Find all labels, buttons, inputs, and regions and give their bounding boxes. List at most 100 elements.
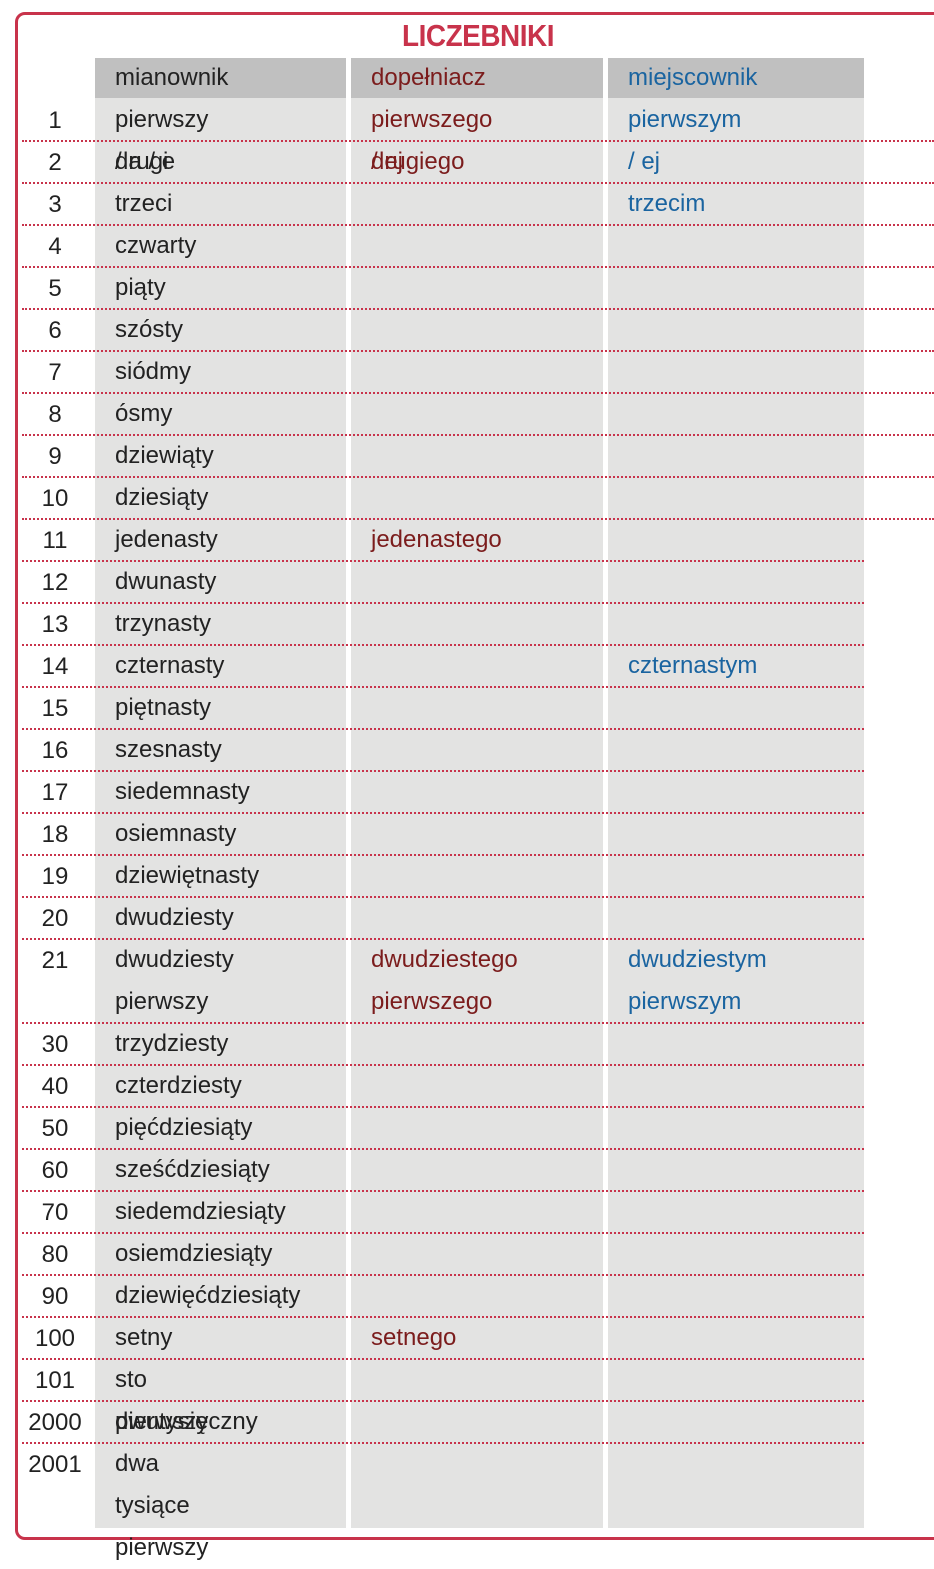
number: 16 xyxy=(41,737,69,764)
nominative-form: pierwszy xyxy=(115,1534,209,1561)
cell-locative: trzecim xyxy=(628,183,705,225)
cell-nominative: drugi xyxy=(115,141,168,183)
nominative-form: dwudziesty xyxy=(115,904,234,931)
number: 20 xyxy=(41,905,69,932)
nominative-form: trzeci xyxy=(115,190,173,217)
number: 2000 xyxy=(28,1409,82,1436)
nominative-form: piętnasty xyxy=(115,694,212,721)
page-title: LICZEBNIKI xyxy=(401,18,555,53)
number: 10 xyxy=(41,485,69,512)
cell-locative: czternastym xyxy=(628,645,757,687)
number: 1 xyxy=(48,107,62,134)
cell-nominative: ósmy xyxy=(115,393,172,435)
number: 8 xyxy=(48,401,62,428)
cell-nominative: trzynasty xyxy=(115,603,211,645)
nominative-form: sześćdziesiąty xyxy=(115,1156,270,1183)
nominative-form: trzydziesty xyxy=(115,1030,229,1057)
number: 21 xyxy=(41,947,69,974)
cell-nominative: siedemnasty xyxy=(115,771,250,813)
cell-nominative: dziewiąty xyxy=(115,435,214,477)
header-genitive: dopełniacz xyxy=(351,58,603,98)
genitive-form: jedenastego xyxy=(371,526,502,553)
number: 15 xyxy=(41,695,69,722)
cell-nominative: dwutysięczny xyxy=(115,1401,258,1443)
number: 5 xyxy=(48,275,62,302)
number: 2 xyxy=(48,149,62,176)
locative-form: trzecim xyxy=(628,190,706,217)
cell-nominative: szósty xyxy=(115,309,183,351)
nominative-form: dziewiętnasty xyxy=(115,862,260,889)
cell-nominative: jedenasty xyxy=(115,519,218,561)
cell-nominative: siedemdziesiąty xyxy=(115,1191,286,1233)
cell-nominative: trzydziesty xyxy=(115,1023,228,1065)
number: 19 xyxy=(41,863,69,890)
nominative-form: piąty xyxy=(115,274,166,301)
nominative-form: czwarty xyxy=(115,232,197,259)
number: 11 xyxy=(42,527,68,554)
nominative-form: szósty xyxy=(115,316,184,343)
cell-genitive: setnego xyxy=(371,1317,456,1359)
cell-locative: dwudziestym pierwszym xyxy=(628,939,767,1023)
cell-nominative: dwudziesty xyxy=(115,897,234,939)
cell-nominative: setny xyxy=(115,1317,172,1359)
nominative-form: drugi xyxy=(115,148,169,175)
number: 3 xyxy=(48,191,62,218)
cell-genitive: jedenastego xyxy=(371,519,502,561)
cell-nominative: sześćdziesiąty xyxy=(115,1149,270,1191)
nominative-form: pięćdziesiąty xyxy=(115,1114,253,1141)
cell-nominative: osiemnasty xyxy=(115,813,236,855)
nominative-form: ósmy xyxy=(115,400,173,427)
number: 18 xyxy=(41,821,69,848)
genitive-form: drugiego xyxy=(371,148,465,175)
nominative-form: siedemnasty xyxy=(115,778,250,805)
cell-nominative: trzeci xyxy=(115,183,172,225)
number: 9 xyxy=(48,443,62,470)
cell-nominative: osiemdziesiąty xyxy=(115,1233,272,1275)
cell-nominative: dziesiąty xyxy=(115,477,208,519)
genitive-form: pierwszego xyxy=(371,988,493,1015)
number: 14 xyxy=(41,653,69,680)
nominative-form: siódmy xyxy=(115,358,192,385)
cell-nominative: dwa tysiące pierwszy xyxy=(115,1443,208,1569)
genitive-form: setnego xyxy=(371,1324,457,1351)
cell-nominative: siódmy xyxy=(115,351,191,393)
nominative-form: siedemdziesiąty xyxy=(115,1198,286,1225)
number: 7 xyxy=(48,359,62,386)
cell-nominative: dwudziesty pierwszy xyxy=(115,939,234,1023)
nominative-form: dwudziesty xyxy=(115,946,234,973)
number: 13 xyxy=(41,611,69,638)
number: 4 xyxy=(48,233,62,260)
number: 100 xyxy=(34,1325,76,1352)
nominative-form: dziesiąty xyxy=(115,484,209,511)
cell-nominative: dziewiętnasty xyxy=(115,855,259,897)
nominative-form: jedenasty xyxy=(115,526,218,553)
nominative-form: setny xyxy=(115,1324,173,1351)
nominative-form: dziewiąty xyxy=(115,442,214,469)
number: 17 xyxy=(41,779,69,806)
locative-form: czternastym xyxy=(628,652,758,679)
number: 50 xyxy=(41,1115,69,1142)
cell-nominative: pięćdziesiąty xyxy=(115,1107,252,1149)
number: 2001 xyxy=(28,1451,82,1478)
cell-nominative: czwarty xyxy=(115,225,196,267)
nominative-form: czternasty xyxy=(115,652,225,679)
genitive-form: dwudziestego xyxy=(371,946,518,973)
nominative-form: pierwszy xyxy=(115,988,209,1015)
cell-nominative: dziewięćdziesiąty xyxy=(115,1275,300,1317)
header-locative: miejscownik xyxy=(608,58,864,98)
number: 101 xyxy=(34,1367,76,1394)
nominative-form: osiemnasty xyxy=(115,820,237,847)
header-nominative: mianownik xyxy=(95,58,346,98)
number: 60 xyxy=(41,1157,69,1184)
nominative-form: dwa tysiące xyxy=(115,1450,190,1519)
cell-nominative: czterdziesty xyxy=(115,1065,242,1107)
nominative-form: trzynasty xyxy=(115,610,212,637)
number: 90 xyxy=(41,1283,69,1310)
number: 30 xyxy=(41,1031,69,1058)
column-locative-bg xyxy=(608,58,864,1528)
cell-nominative: piętnasty xyxy=(115,687,211,729)
nominative-form: szesnasty xyxy=(115,736,222,763)
nominative-form: dziewięćdziesiąty xyxy=(115,1282,301,1309)
number: 70 xyxy=(41,1199,69,1226)
cell-genitive: dwudziestego pierwszego xyxy=(371,939,518,1023)
